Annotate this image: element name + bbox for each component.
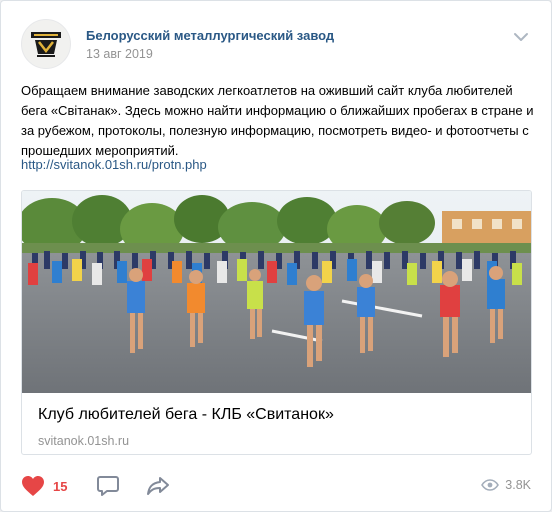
like-count: 15 bbox=[53, 478, 68, 494]
post-header: Белорусский металлургический завод 13 ав… bbox=[21, 19, 531, 69]
comment-icon bbox=[97, 476, 119, 496]
post-text: Обращаем внимание заводских легкоатлетов… bbox=[21, 83, 534, 158]
post-card: Белорусский металлургический завод 13 ав… bbox=[0, 0, 552, 512]
link-card[interactable]: Клуб любителей бега - КЛБ «Свитанок» svi… bbox=[21, 190, 532, 455]
share-button[interactable] bbox=[146, 474, 170, 498]
author-name[interactable]: Белорусский металлургический завод bbox=[86, 28, 334, 43]
heart-icon bbox=[22, 476, 44, 496]
eye-icon bbox=[481, 479, 500, 491]
views-counter: 3.8K bbox=[481, 478, 531, 492]
views-count: 3.8K bbox=[505, 478, 531, 492]
post-actions: 15 3.8K bbox=[21, 471, 531, 501]
share-icon bbox=[147, 477, 169, 495]
like-button[interactable]: 15 bbox=[21, 471, 67, 501]
chevron-down-icon[interactable] bbox=[513, 30, 529, 42]
card-photo[interactable] bbox=[22, 191, 531, 393]
avatar[interactable] bbox=[21, 19, 71, 69]
comment-button[interactable] bbox=[96, 474, 120, 498]
card-domain: svitanok.01sh.ru bbox=[38, 434, 130, 448]
post-date[interactable]: 13 авг 2019 bbox=[86, 47, 153, 61]
company-logo-icon bbox=[31, 32, 61, 57]
post-link[interactable]: http://svitanok.01sh.ru/protn.php bbox=[21, 155, 207, 175]
card-title[interactable]: Клуб любителей бега - КЛБ «Свитанок» bbox=[38, 406, 334, 424]
